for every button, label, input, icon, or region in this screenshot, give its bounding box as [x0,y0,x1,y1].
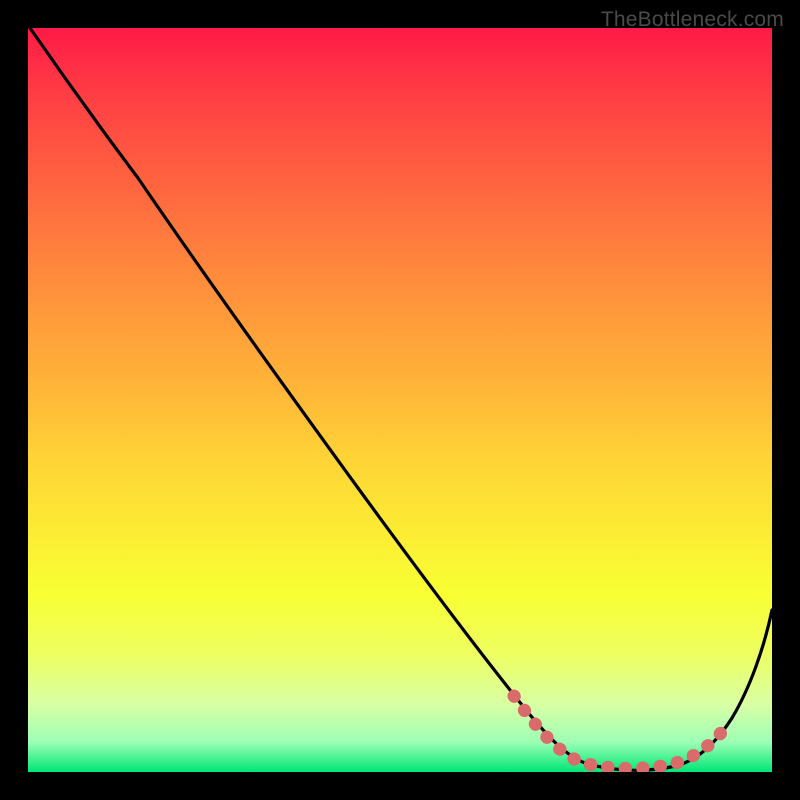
optimal-band [514,696,728,768]
chart-frame: TheBottleneck.com [0,0,800,800]
plot-area [28,28,772,772]
bottleneck-curve [30,28,772,770]
curve-layer [28,28,772,772]
watermark-text: TheBottleneck.com [601,8,784,32]
